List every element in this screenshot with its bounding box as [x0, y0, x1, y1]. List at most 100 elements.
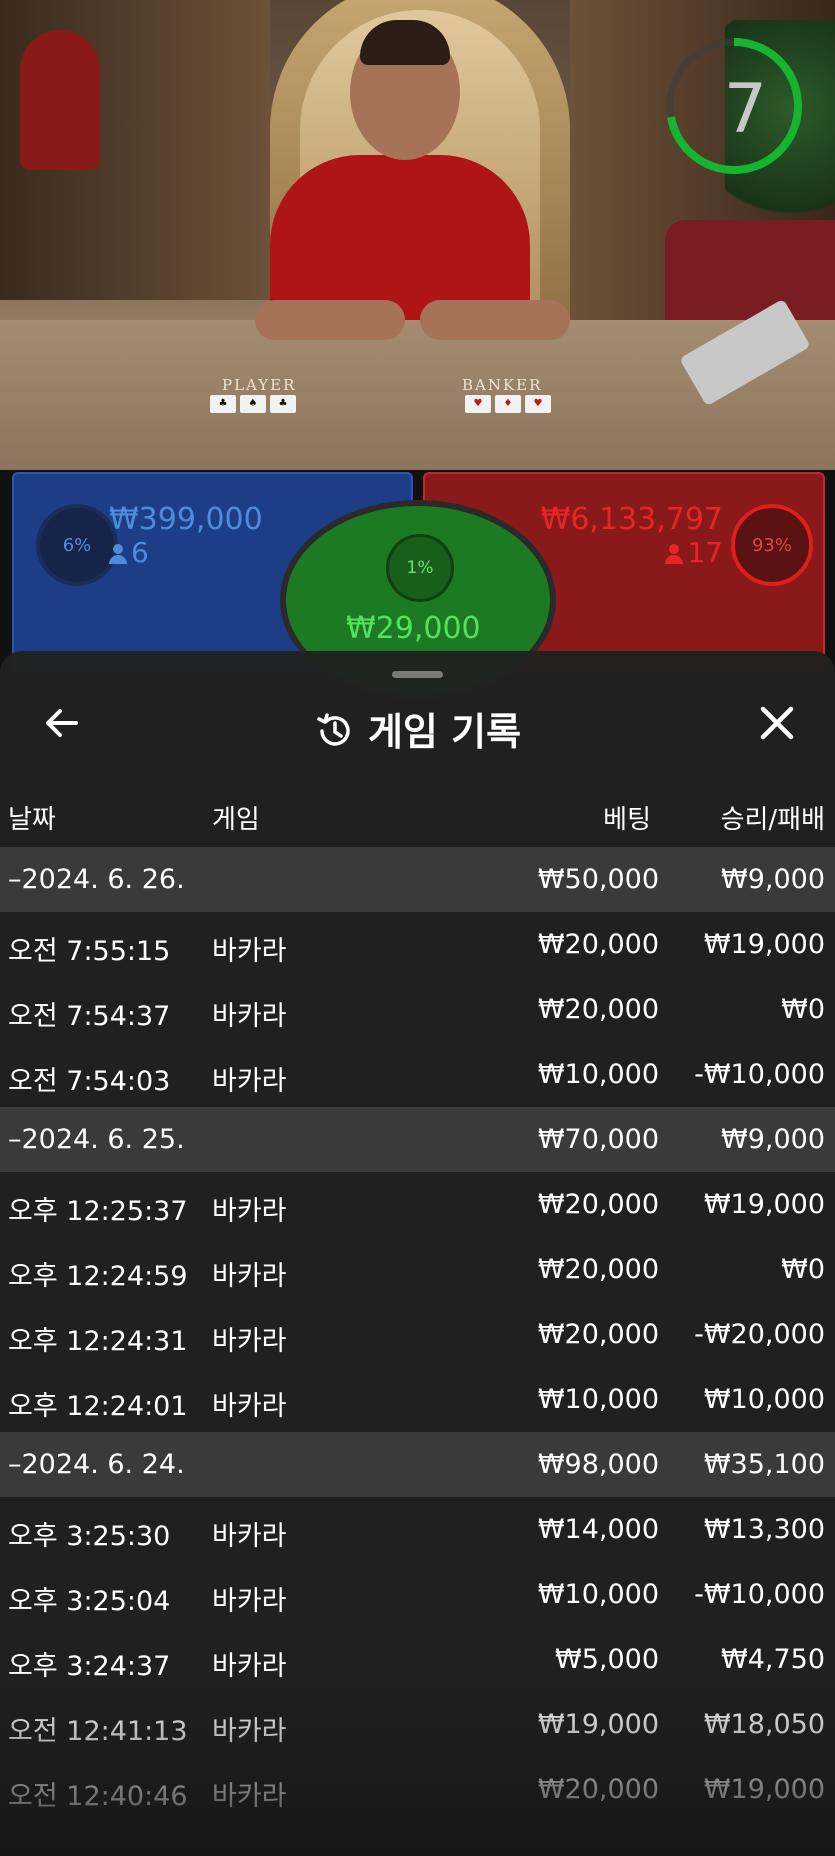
banker-label: BANKER [462, 376, 543, 394]
card: ♠ [240, 395, 266, 413]
card: ♥ [465, 395, 491, 413]
row-win-loss: ₩18,050 [703, 1709, 825, 1740]
row-win-loss: ₩0 [781, 994, 825, 1025]
row-date: –2024. 6. 25. [8, 1124, 185, 1155]
row-date: 오전 12:40:46 [8, 1781, 188, 1812]
row-game: 바카라 [212, 1391, 287, 1422]
dealer-arm [420, 300, 570, 340]
history-row: 오후 12:25:37 바카라 ₩20,000 ₩19,000 [0, 1172, 835, 1237]
row-win-loss: -₩10,000 [694, 1059, 825, 1090]
row-bet: ₩50,000 [537, 864, 659, 895]
history-row: 오후 3:25:04 바카라 ₩10,000 -₩10,000 [0, 1562, 835, 1627]
row-date: 오전 12:41:13 [8, 1716, 188, 1747]
history-row: 오후 3:25:30 바카라 ₩14,000 ₩13,300 [0, 1497, 835, 1562]
date-group-row[interactable]: –2024. 6. 24. ₩98,000 ₩35,100 [0, 1432, 835, 1497]
row-game: 바카라 [212, 1586, 287, 1617]
col-win-loss: 승리/패배 [720, 805, 825, 835]
row-date: 오전 7:55:15 [8, 936, 171, 967]
row-date: 오후 3:25:30 [8, 1521, 171, 1552]
dealer-arm [255, 300, 405, 340]
row-bet: ₩20,000 [537, 929, 659, 960]
row-game: 바카라 [212, 936, 287, 967]
card: ♦ [495, 395, 521, 413]
banker-count: 17 [665, 536, 723, 569]
countdown-timer: 7 [723, 70, 767, 149]
row-win-loss: ₩19,000 [703, 929, 825, 960]
history-icon [317, 713, 350, 746]
history-row: 오후 12:24:01 바카라 ₩10,000 ₩10,000 [0, 1367, 835, 1432]
row-win-loss: ₩0 [781, 1254, 825, 1285]
tie-amount: ₩29,000 [346, 611, 481, 646]
row-game: 바카라 [212, 1196, 287, 1227]
card: ♣ [210, 395, 236, 413]
row-bet: ₩19,000 [537, 1709, 659, 1740]
person-icon [665, 544, 684, 564]
row-bet: ₩5,000 [555, 1644, 659, 1675]
history-row: 오전 7:55:15 바카라 ₩20,000 ₩19,000 [0, 912, 835, 977]
history-row: 오후 12:24:59 바카라 ₩20,000 ₩0 [0, 1237, 835, 1302]
player-amount: ₩399,000 [109, 502, 263, 537]
row-date: 오후 12:24:59 [8, 1261, 188, 1292]
history-row: 오전 12:40:46 바카라 ₩20,000 ₩19,000 [0, 1757, 835, 1822]
close-icon[interactable] [757, 703, 797, 743]
person-icon [109, 544, 127, 564]
row-date: –2024. 6. 24. [8, 1449, 185, 1480]
history-row: 오전 7:54:03 바카라 ₩10,000 -₩10,000 [0, 1042, 835, 1107]
background-person [20, 30, 100, 170]
row-game: 바카라 [212, 1651, 287, 1682]
banker-percent: 93% [731, 504, 813, 586]
row-game: 바카라 [212, 1716, 287, 1747]
tie-percent: 1% [386, 534, 454, 602]
row-game: 바카라 [212, 1001, 287, 1032]
history-row: 오전 7:54:37 바카라 ₩20,000 ₩0 [0, 977, 835, 1042]
row-game: 바카라 [212, 1066, 287, 1097]
row-date: 오후 12:24:31 [8, 1326, 188, 1357]
row-win-loss: ₩4,750 [721, 1644, 825, 1675]
history-row: 오전 12:41:13 바카라 ₩19,000 ₩18,050 [0, 1692, 835, 1757]
row-win-loss: -₩20,000 [694, 1319, 825, 1350]
row-win-loss: -₩10,000 [694, 1579, 825, 1610]
row-date: 오후 12:24:01 [8, 1391, 188, 1422]
card: ♥ [525, 395, 551, 413]
row-win-loss: ₩9,000 [721, 864, 825, 895]
row-win-loss: ₩19,000 [703, 1774, 825, 1805]
row-bet: ₩98,000 [537, 1449, 659, 1480]
drag-handle[interactable] [392, 671, 443, 678]
row-win-loss: ₩9,000 [721, 1124, 825, 1155]
player-percent: 6% [36, 504, 118, 586]
history-row: 오후 12:24:31 바카라 ₩20,000 -₩20,000 [0, 1302, 835, 1367]
row-bet: ₩14,000 [537, 1514, 659, 1545]
row-game: 바카라 [212, 1521, 287, 1552]
banker-cards: ♥ ♦ ♥ [465, 395, 551, 413]
col-date: 날짜 [8, 805, 56, 835]
banker-amount: ₩6,133,797 [540, 502, 723, 537]
row-bet: ₩10,000 [537, 1384, 659, 1415]
row-bet: ₩10,000 [537, 1059, 659, 1090]
card: ♣ [270, 395, 296, 413]
date-group-row[interactable]: –2024. 6. 26. ₩50,000 ₩9,000 [0, 847, 835, 912]
row-game: 바카라 [212, 1261, 287, 1292]
row-win-loss: ₩19,000 [703, 1189, 825, 1220]
row-bet: ₩70,000 [537, 1124, 659, 1155]
row-win-loss: ₩10,000 [703, 1384, 825, 1415]
row-bet: ₩20,000 [537, 1774, 659, 1805]
row-date: 오후 3:24:37 [8, 1651, 171, 1682]
row-date: 오후 3:25:04 [8, 1586, 171, 1617]
col-game: 게임 [212, 805, 260, 835]
row-bet: ₩20,000 [537, 994, 659, 1025]
table-header: 날짜 게임 베팅 승리/패배 [0, 795, 835, 845]
row-date: 오전 7:54:37 [8, 1001, 171, 1032]
live-video: PLAYER BANKER ♣ ♠ ♣ ♥ ♦ ♥ 7 [0, 0, 835, 470]
player-count: 6 [109, 536, 149, 569]
sheet-title: 게임 기록 [0, 701, 835, 756]
player-label: PLAYER [222, 376, 297, 394]
row-win-loss: ₩35,100 [703, 1449, 825, 1480]
row-game: 바카라 [212, 1781, 287, 1812]
history-list[interactable]: –2024. 6. 26. ₩50,000 ₩9,000 오전 7:55:15 바카라 ₩… [0, 847, 835, 1822]
row-win-loss: ₩13,300 [703, 1514, 825, 1545]
col-bet: 베팅 [603, 805, 651, 835]
row-bet: ₩20,000 [537, 1319, 659, 1350]
row-bet: ₩20,000 [537, 1254, 659, 1285]
row-game: 바카라 [212, 1326, 287, 1357]
date-group-row[interactable]: –2024. 6. 25. ₩70,000 ₩9,000 [0, 1107, 835, 1172]
